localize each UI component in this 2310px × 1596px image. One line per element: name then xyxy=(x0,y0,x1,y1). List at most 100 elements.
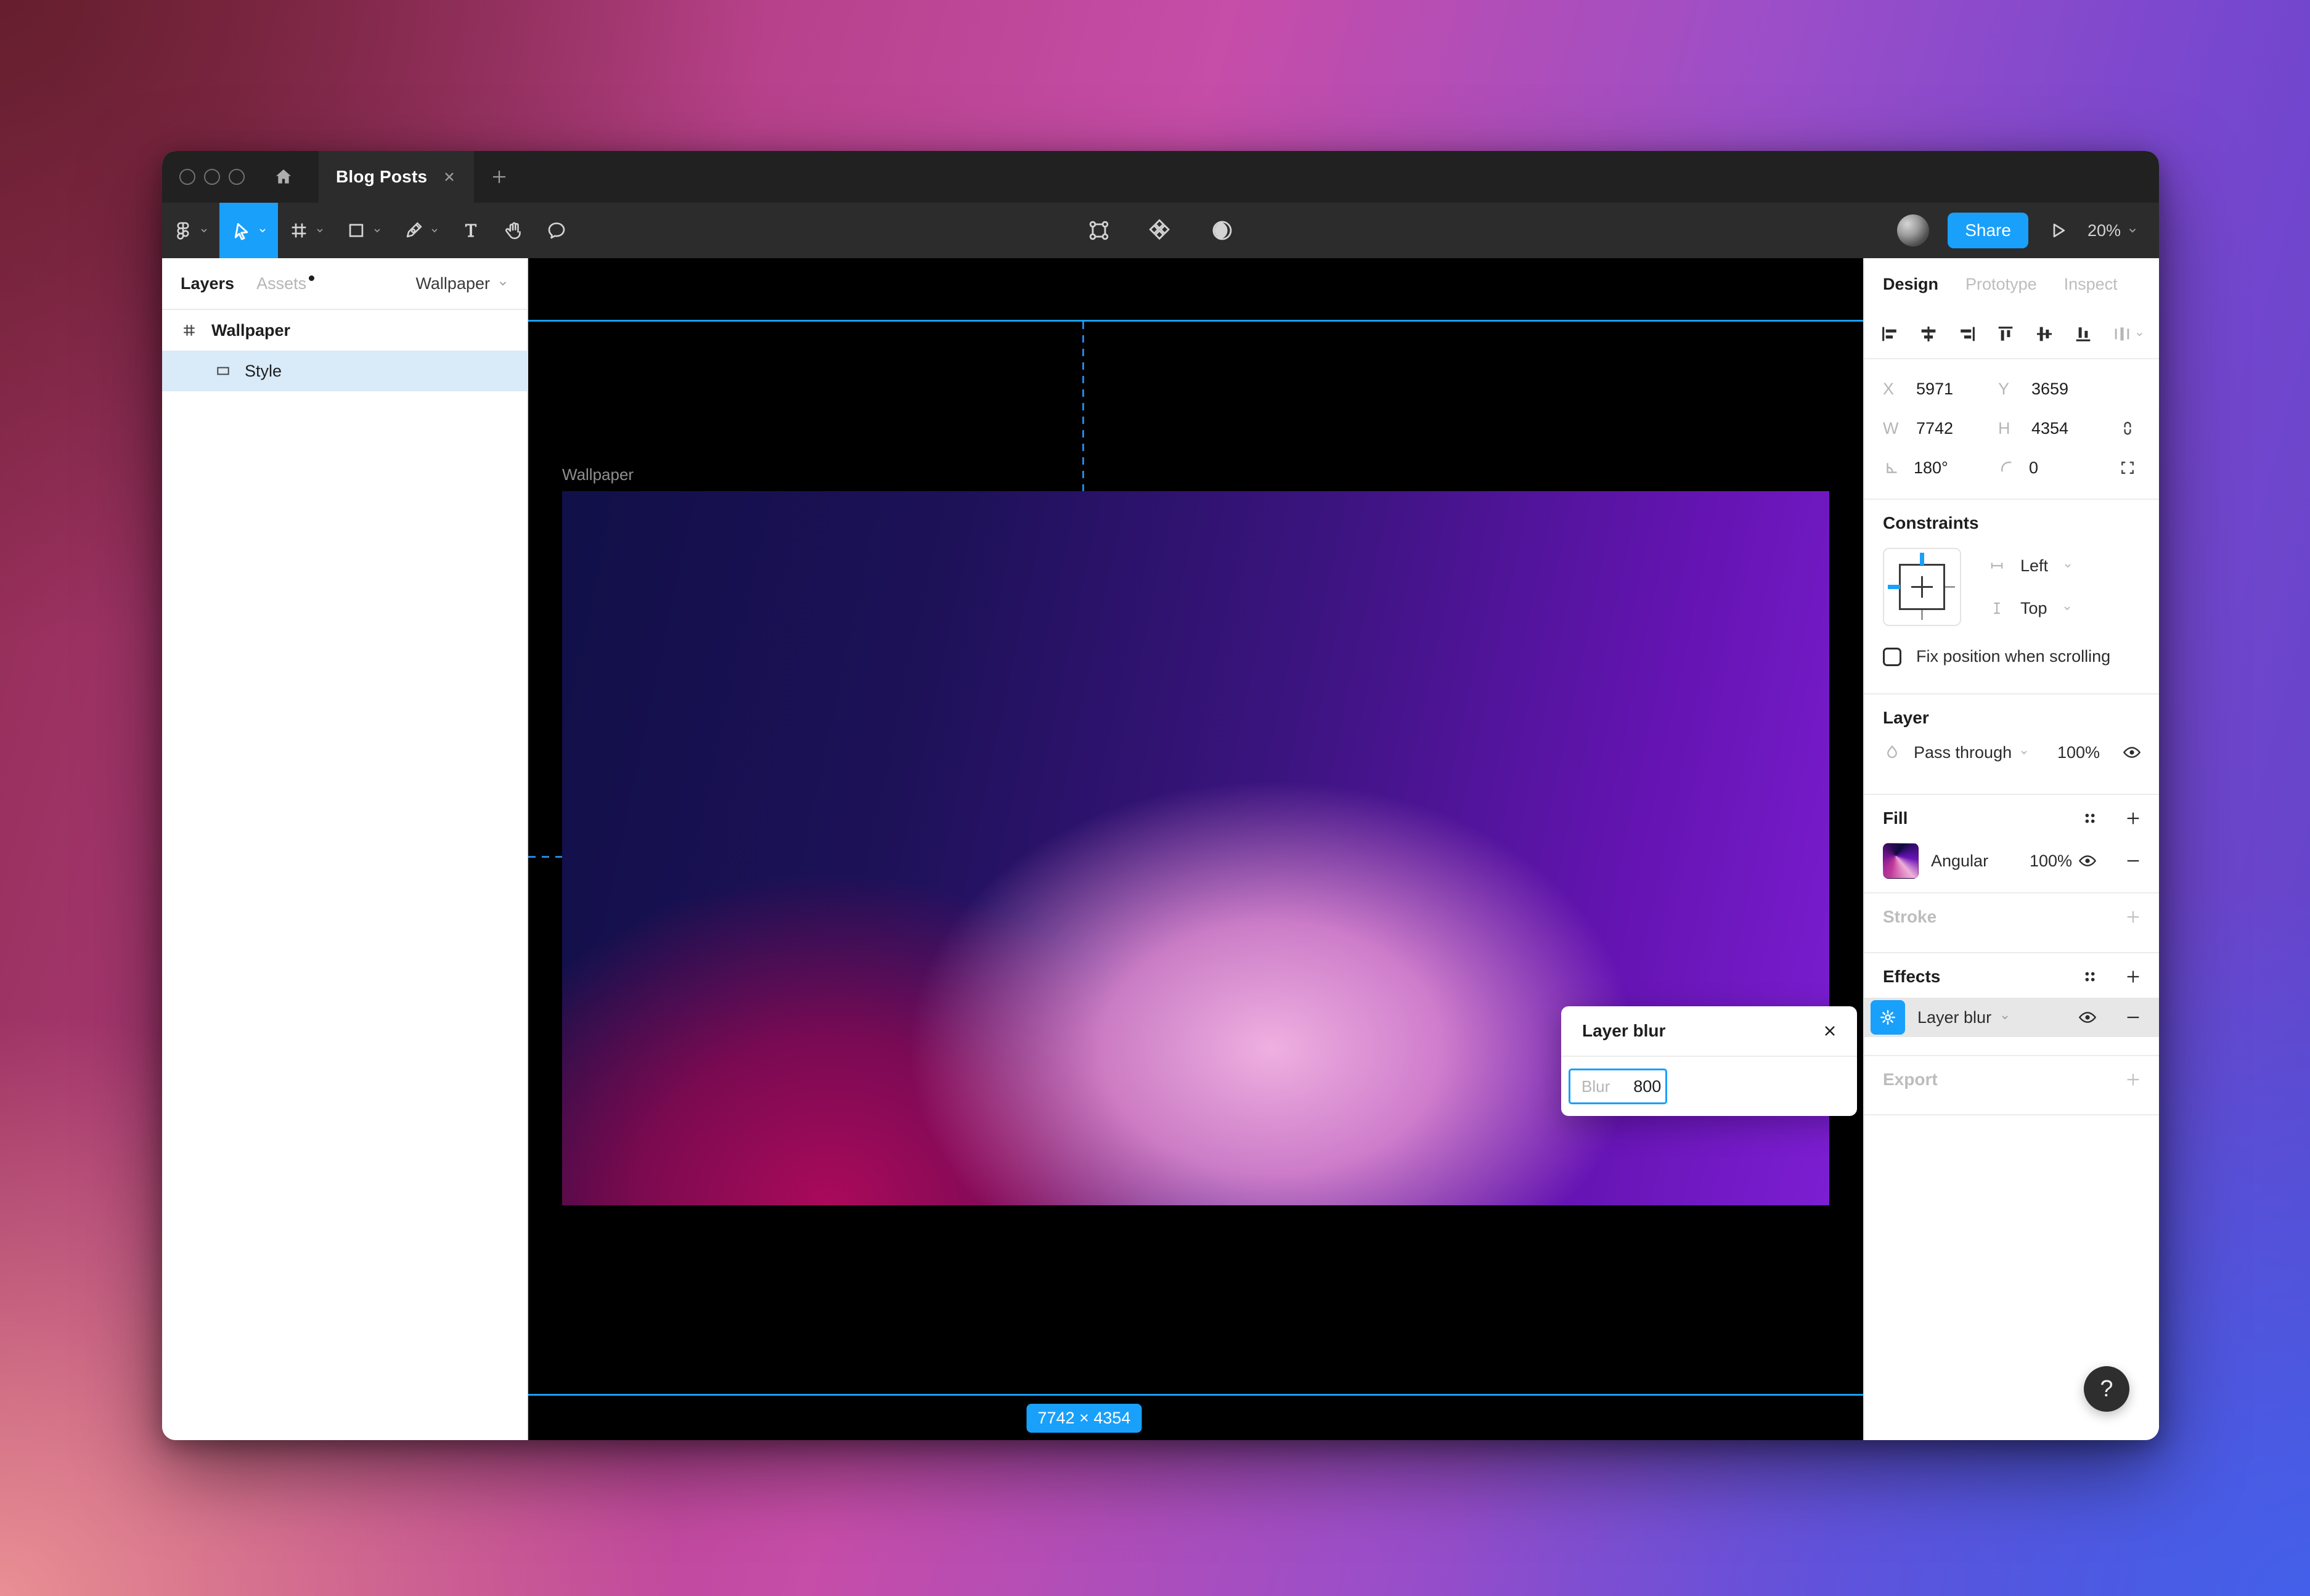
layer-row-wallpaper[interactable]: Wallpaper xyxy=(162,310,527,351)
edit-object-icon[interactable] xyxy=(1087,218,1111,243)
chevron-down-icon xyxy=(2127,225,2138,236)
avatar[interactable] xyxy=(1897,214,1929,246)
width-field[interactable]: W 7742 xyxy=(1883,419,1998,438)
constraint-top-tick[interactable] xyxy=(1920,553,1924,565)
canvas[interactable]: Wallpaper 7742 × 4354 Layer blur Blur xyxy=(528,258,1863,1440)
tab-layers[interactable]: Layers xyxy=(181,274,234,293)
fill-type-value[interactable]: Angular xyxy=(1931,852,2030,871)
x-field[interactable]: X 5971 xyxy=(1883,380,1998,399)
align-right-icon[interactable] xyxy=(1957,324,1978,344)
frame-tool-button[interactable] xyxy=(278,203,335,258)
figma-menu-button[interactable] xyxy=(162,203,219,258)
close-window-icon[interactable] xyxy=(179,169,195,185)
layer-blur-popup: Layer blur Blur 800 xyxy=(1561,1006,1857,1116)
pen-tool-button[interactable] xyxy=(393,203,450,258)
fill-visibility-eye-icon[interactable] xyxy=(2078,851,2097,871)
mask-icon[interactable] xyxy=(1210,218,1235,243)
tab-inspect[interactable]: Inspect xyxy=(2064,275,2118,294)
comment-tool-button[interactable] xyxy=(535,203,578,258)
height-field[interactable]: H 4354 xyxy=(1998,419,2113,438)
constraint-right-tick[interactable] xyxy=(1945,586,1955,588)
distance-guide-horizontal xyxy=(528,856,562,858)
frame-hash-icon xyxy=(181,322,198,339)
move-tool-icon xyxy=(230,219,252,242)
page-selector[interactable]: Wallpaper xyxy=(415,274,508,293)
y-value: 3659 xyxy=(2031,380,2068,399)
fill-opacity-value[interactable]: 100% xyxy=(2030,852,2072,871)
constraint-bottom-tick[interactable] xyxy=(1921,610,1923,620)
design-panel: Design Prototype Inspect xyxy=(1863,258,2159,1440)
styles-icon[interactable] xyxy=(2081,810,2099,827)
blend-mode-value[interactable]: Pass through xyxy=(1914,743,2012,762)
corner-radius-field[interactable]: 0 xyxy=(1998,458,2113,478)
add-stroke-icon[interactable] xyxy=(2124,908,2142,926)
tab-design[interactable]: Design xyxy=(1883,275,1938,294)
share-button[interactable]: Share xyxy=(1948,213,2028,248)
align-left-icon[interactable] xyxy=(1879,324,1900,344)
align-h-center-icon[interactable] xyxy=(1918,324,1939,344)
constrain-proportions-button[interactable] xyxy=(2113,419,2142,438)
hand-tool-button[interactable] xyxy=(492,203,535,258)
play-icon[interactable] xyxy=(2047,219,2069,242)
tidy-button[interactable] xyxy=(2112,324,2144,344)
home-button[interactable] xyxy=(258,151,309,203)
remove-fill-icon[interactable] xyxy=(2124,852,2142,869)
h-label: H xyxy=(1998,419,2019,438)
chevron-down-icon xyxy=(199,226,209,235)
layer-blur-chip[interactable] xyxy=(1871,1000,1905,1035)
blur-amount-input[interactable]: Blur 800 xyxy=(1569,1069,1667,1104)
add-effect-icon[interactable] xyxy=(2124,968,2142,985)
fix-position-checkbox[interactable] xyxy=(1883,648,1901,666)
horizontal-constraint-dropdown[interactable]: Left xyxy=(1988,556,2073,576)
tab-close-icon[interactable] xyxy=(442,169,457,184)
toolbar-right: Share 20% xyxy=(1897,203,2159,258)
align-v-center-icon[interactable] xyxy=(2034,324,2055,344)
rotation-icon xyxy=(1883,458,1901,477)
rotation-field[interactable]: 180° xyxy=(1883,458,1998,478)
remove-effect-icon[interactable] xyxy=(2124,1009,2142,1026)
tab-prototype[interactable]: Prototype xyxy=(1965,275,2037,294)
independent-corners-button[interactable] xyxy=(2113,458,2142,477)
x-label: X xyxy=(1883,380,1904,399)
titlebar: Blog Posts xyxy=(162,151,2159,203)
toolbar-center xyxy=(1087,203,1235,258)
close-icon xyxy=(1821,1022,1839,1040)
zoom-control[interactable]: 20% xyxy=(2088,221,2138,240)
layer-row-style[interactable]: Style xyxy=(162,351,527,391)
constraint-left-tick[interactable] xyxy=(1888,585,1900,589)
effect-name[interactable]: Layer blur xyxy=(1917,1008,1991,1027)
maximize-window-icon[interactable] xyxy=(229,169,245,185)
vertical-constraint-dropdown[interactable]: Top xyxy=(1988,599,2073,618)
align-top-icon[interactable] xyxy=(1995,324,2016,344)
chevron-down-icon xyxy=(315,226,325,235)
text-tool-button[interactable] xyxy=(450,203,492,258)
chevron-down-icon xyxy=(2000,1012,2010,1022)
fix-position-row[interactable]: Fix position when scrolling xyxy=(1883,647,2142,666)
help-label: ? xyxy=(2100,1376,2113,1403)
frame-label[interactable]: Wallpaper xyxy=(562,465,634,484)
tab-assets[interactable]: Assets xyxy=(256,274,314,293)
add-fill-icon[interactable] xyxy=(2124,810,2142,827)
selection-edge-bottom xyxy=(528,1394,1863,1396)
shape-tool-button[interactable] xyxy=(335,203,393,258)
popup-close-button[interactable] xyxy=(1821,1022,1839,1040)
home-icon xyxy=(273,166,294,187)
help-button[interactable]: ? xyxy=(2084,1366,2129,1412)
move-tool-button[interactable] xyxy=(219,203,278,258)
effect-visibility-eye-icon[interactable] xyxy=(2078,1008,2097,1027)
layer-visibility-eye-icon[interactable] xyxy=(2122,743,2142,762)
size-badge: 7742 × 4354 xyxy=(1027,1404,1142,1433)
y-field[interactable]: Y 3659 xyxy=(1998,380,2113,399)
new-tab-button[interactable] xyxy=(474,151,524,203)
rectangle-icon xyxy=(215,363,231,379)
constraints-widget[interactable] xyxy=(1883,548,1961,626)
add-export-icon[interactable] xyxy=(2124,1071,2142,1088)
fill-swatch[interactable] xyxy=(1883,843,1919,879)
tab-blog-posts[interactable]: Blog Posts xyxy=(319,151,474,203)
align-bottom-icon[interactable] xyxy=(2073,324,2094,344)
effect-row-layer-blur[interactable]: Layer blur xyxy=(1864,998,2159,1037)
component-icon[interactable] xyxy=(1148,218,1173,243)
styles-icon[interactable] xyxy=(2081,968,2099,985)
minimize-window-icon[interactable] xyxy=(204,169,220,185)
layer-opacity-value[interactable]: 100% xyxy=(2057,743,2100,762)
